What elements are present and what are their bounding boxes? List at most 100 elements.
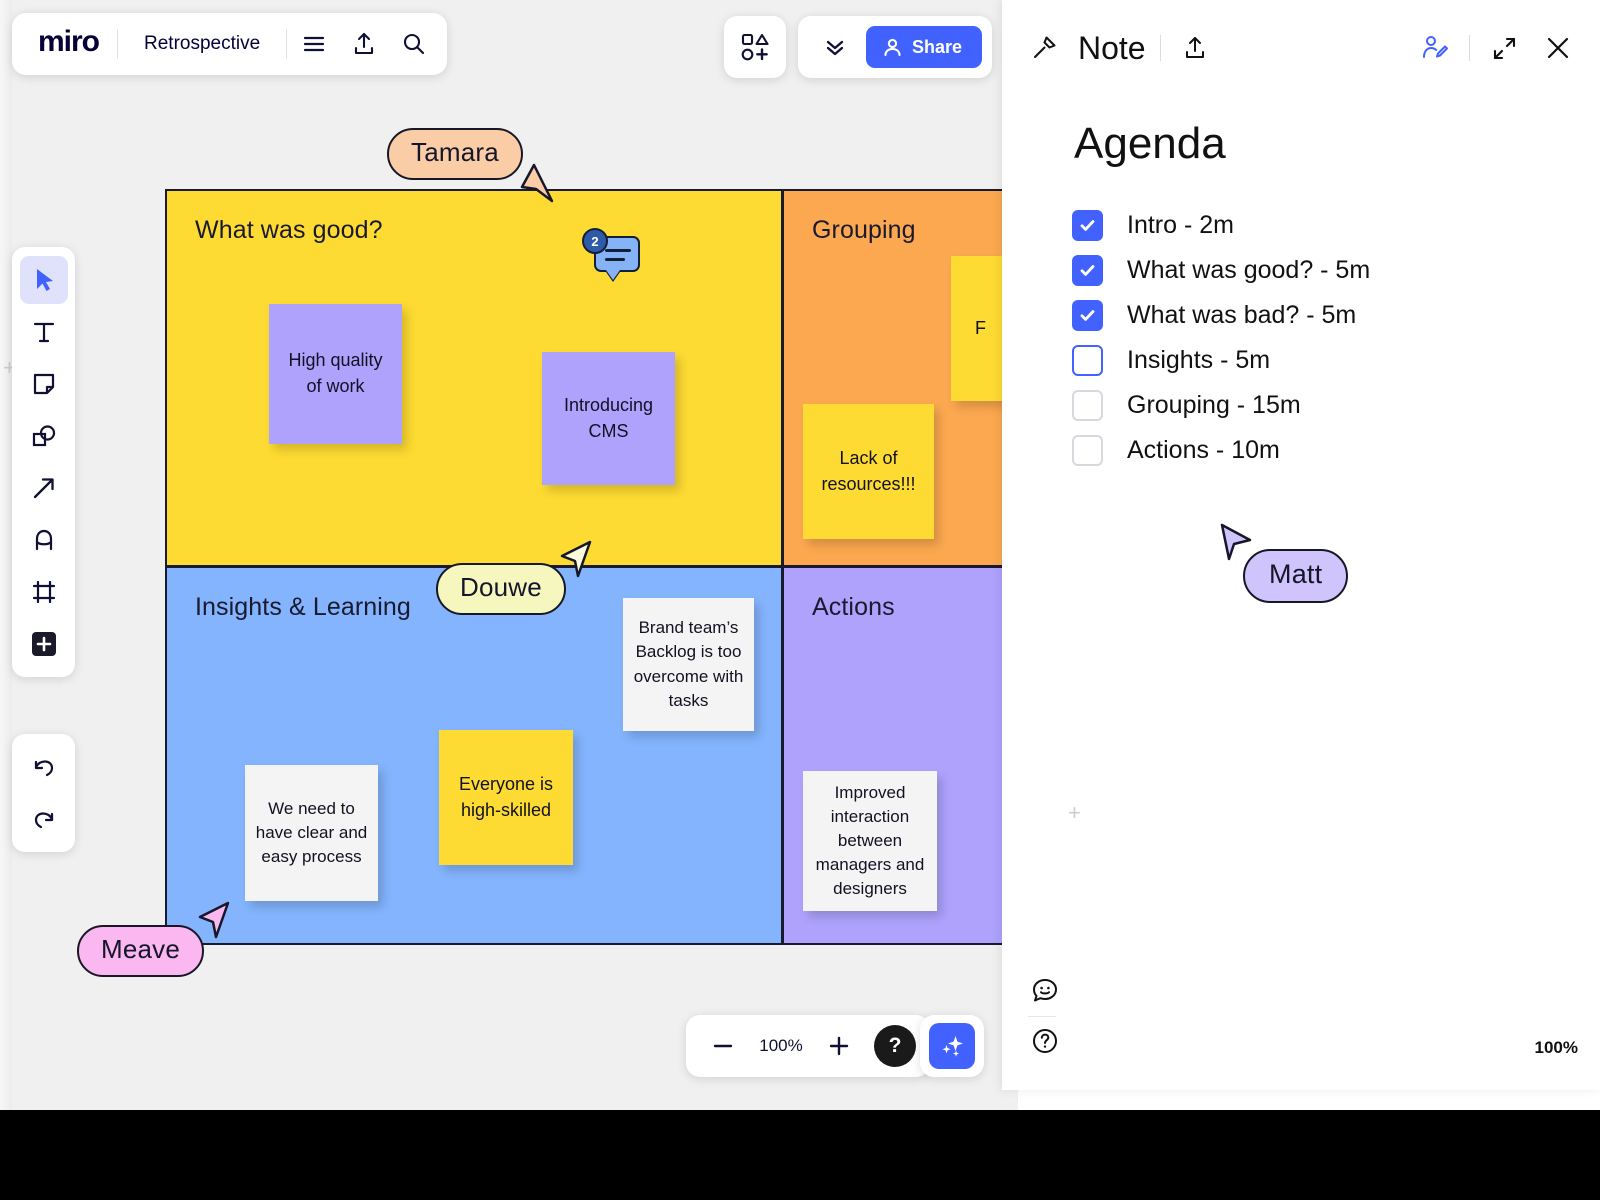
- divider: [1159, 35, 1161, 61]
- ai-assistant-bar: [920, 1015, 984, 1077]
- sticky-note[interactable]: Introducing CMS: [542, 352, 675, 485]
- frame-tool[interactable]: [20, 568, 68, 616]
- agenda-item[interactable]: Intro - 2m: [1072, 203, 1542, 248]
- agenda-checkbox[interactable]: [1072, 345, 1103, 376]
- minus-icon: [713, 1044, 733, 1048]
- person-edit-icon[interactable]: [1415, 28, 1455, 68]
- comment-pin[interactable]: 2: [582, 228, 640, 280]
- share-bar: Share: [798, 16, 993, 78]
- agenda-item-label: Actions - 10m: [1127, 436, 1280, 464]
- agenda-item-label: Insights - 5m: [1127, 346, 1271, 374]
- double-chevron-down-icon[interactable]: [812, 24, 858, 70]
- share-button[interactable]: Share: [866, 26, 983, 68]
- undo-button[interactable]: [20, 743, 68, 791]
- sticky-note[interactable]: We need to have clear and easy process: [245, 765, 378, 901]
- zoom-out-button[interactable]: [700, 1023, 746, 1069]
- agenda-item[interactable]: Actions - 10m: [1072, 428, 1542, 473]
- shapes-tool[interactable]: [20, 412, 68, 460]
- sticky-note[interactable]: High quality of work: [269, 304, 402, 444]
- help-button[interactable]: ?: [874, 1025, 916, 1067]
- agenda-item-label: What was good? - 5m: [1127, 256, 1371, 284]
- expand-diagonal-icon[interactable]: [1484, 28, 1524, 68]
- agenda-checkbox[interactable]: [1072, 255, 1103, 286]
- plus-icon: [829, 1036, 849, 1056]
- person-icon: [884, 38, 901, 56]
- agenda-item[interactable]: What was good? - 5m: [1072, 248, 1542, 293]
- pin-icon[interactable]: [1024, 28, 1064, 68]
- undo-redo-rail: [12, 734, 75, 852]
- upload-icon[interactable]: [341, 21, 387, 67]
- miro-logo[interactable]: miro: [22, 25, 113, 64]
- shapes-picker-button[interactable]: [724, 16, 786, 78]
- agenda-item-label: Grouping - 15m: [1127, 391, 1301, 419]
- panel-crosshair-marker: +: [1068, 800, 1081, 825]
- note-side-panel: Note Agenda Intro - 2m What was good? - …: [1002, 0, 1600, 1090]
- miro-app-window: + What was good? Grouping Insights & Lea…: [0, 0, 1600, 1110]
- redo-button[interactable]: [20, 795, 68, 843]
- select-tool[interactable]: [19, 256, 68, 304]
- share-button-label: Share: [912, 36, 963, 57]
- connector-tool[interactable]: [20, 464, 68, 512]
- ai-assistant-button[interactable]: [929, 1023, 975, 1069]
- divider: [1469, 35, 1470, 61]
- board-canvas[interactable]: + What was good? Grouping Insights & Lea…: [0, 0, 1018, 1110]
- pen-tool[interactable]: [20, 516, 68, 564]
- shapes-icon: [741, 33, 769, 61]
- text-tool[interactable]: [20, 308, 68, 356]
- agenda-item-label: Intro - 2m: [1127, 211, 1234, 239]
- quadrant-title: Grouping: [812, 216, 916, 244]
- check-icon: [1080, 220, 1095, 231]
- agenda-checkbox[interactable]: [1072, 210, 1103, 241]
- search-icon[interactable]: [391, 21, 437, 67]
- sticky-note[interactable]: Lack of resources!!!: [803, 404, 934, 539]
- shapes-overlap-icon: [32, 425, 55, 447]
- sticky-note-tool[interactable]: [20, 360, 68, 408]
- sticky-note[interactable]: Improved interaction between managers an…: [803, 771, 937, 911]
- check-icon: [1080, 310, 1095, 321]
- canvas-left-edge: [0, 0, 12, 1110]
- sparkles-icon: [942, 1036, 963, 1057]
- quadrant-title: Actions: [812, 593, 895, 621]
- zoom-level-label[interactable]: 100%: [752, 1036, 810, 1056]
- agenda-checklist: Intro - 2m What was good? - 5m What was …: [1072, 203, 1542, 473]
- comment-count-badge: 2: [582, 228, 608, 254]
- note-heading: Agenda: [1074, 119, 1226, 168]
- close-x-icon[interactable]: [1538, 28, 1578, 68]
- agenda-checkbox[interactable]: [1072, 435, 1103, 466]
- panel-help-button[interactable]: [1024, 1020, 1066, 1062]
- cursor-arrow-icon: [36, 269, 53, 291]
- frame-icon: [32, 580, 55, 604]
- arrow-diagonal-icon: [33, 478, 54, 499]
- check-icon: [1080, 265, 1095, 276]
- upload-icon[interactable]: [1175, 28, 1215, 68]
- divider: [286, 29, 288, 59]
- feedback-button[interactable]: [1024, 970, 1066, 1012]
- agenda-item[interactable]: Insights - 5m: [1072, 338, 1542, 383]
- agenda-item[interactable]: What was bad? - 5m: [1072, 293, 1542, 338]
- note-panel-header: Note: [1002, 0, 1600, 96]
- zoom-in-button[interactable]: [816, 1023, 862, 1069]
- hamburger-menu-icon[interactable]: [291, 21, 337, 67]
- undo-arrow-icon: [34, 760, 53, 777]
- text-t-icon: [33, 322, 54, 343]
- more-apps-tool[interactable]: [20, 620, 68, 668]
- board-name[interactable]: Retrospective: [122, 33, 282, 55]
- divider: [1028, 1016, 1056, 1017]
- agenda-checkbox[interactable]: [1072, 390, 1103, 421]
- agenda-item[interactable]: Grouping - 15m: [1072, 383, 1542, 428]
- panel-zoom-level: 100%: [1534, 1038, 1578, 1057]
- sticky-note[interactable]: Brand team’s Backlog is too overcome wit…: [623, 598, 754, 731]
- quadrant-what-was-good[interactable]: What was good?: [165, 189, 783, 567]
- cursor-arrow-meave: [198, 901, 230, 939]
- agenda-checkbox[interactable]: [1072, 300, 1103, 331]
- cursor-arrow-douwe: [560, 540, 592, 578]
- redo-arrow-icon: [34, 812, 53, 829]
- question-mark-icon: ?: [888, 1034, 902, 1057]
- sticky-note[interactable]: Everyone is high-skilled: [439, 730, 573, 865]
- comment-bubble-tail: [606, 270, 620, 280]
- cursor-label-matt: Matt: [1243, 549, 1349, 603]
- question-circle-icon: [1033, 1029, 1057, 1053]
- cursor-label-tamara: Tamara: [387, 128, 523, 180]
- quadrant-title: What was good?: [195, 216, 383, 244]
- tool-rail: [12, 247, 75, 677]
